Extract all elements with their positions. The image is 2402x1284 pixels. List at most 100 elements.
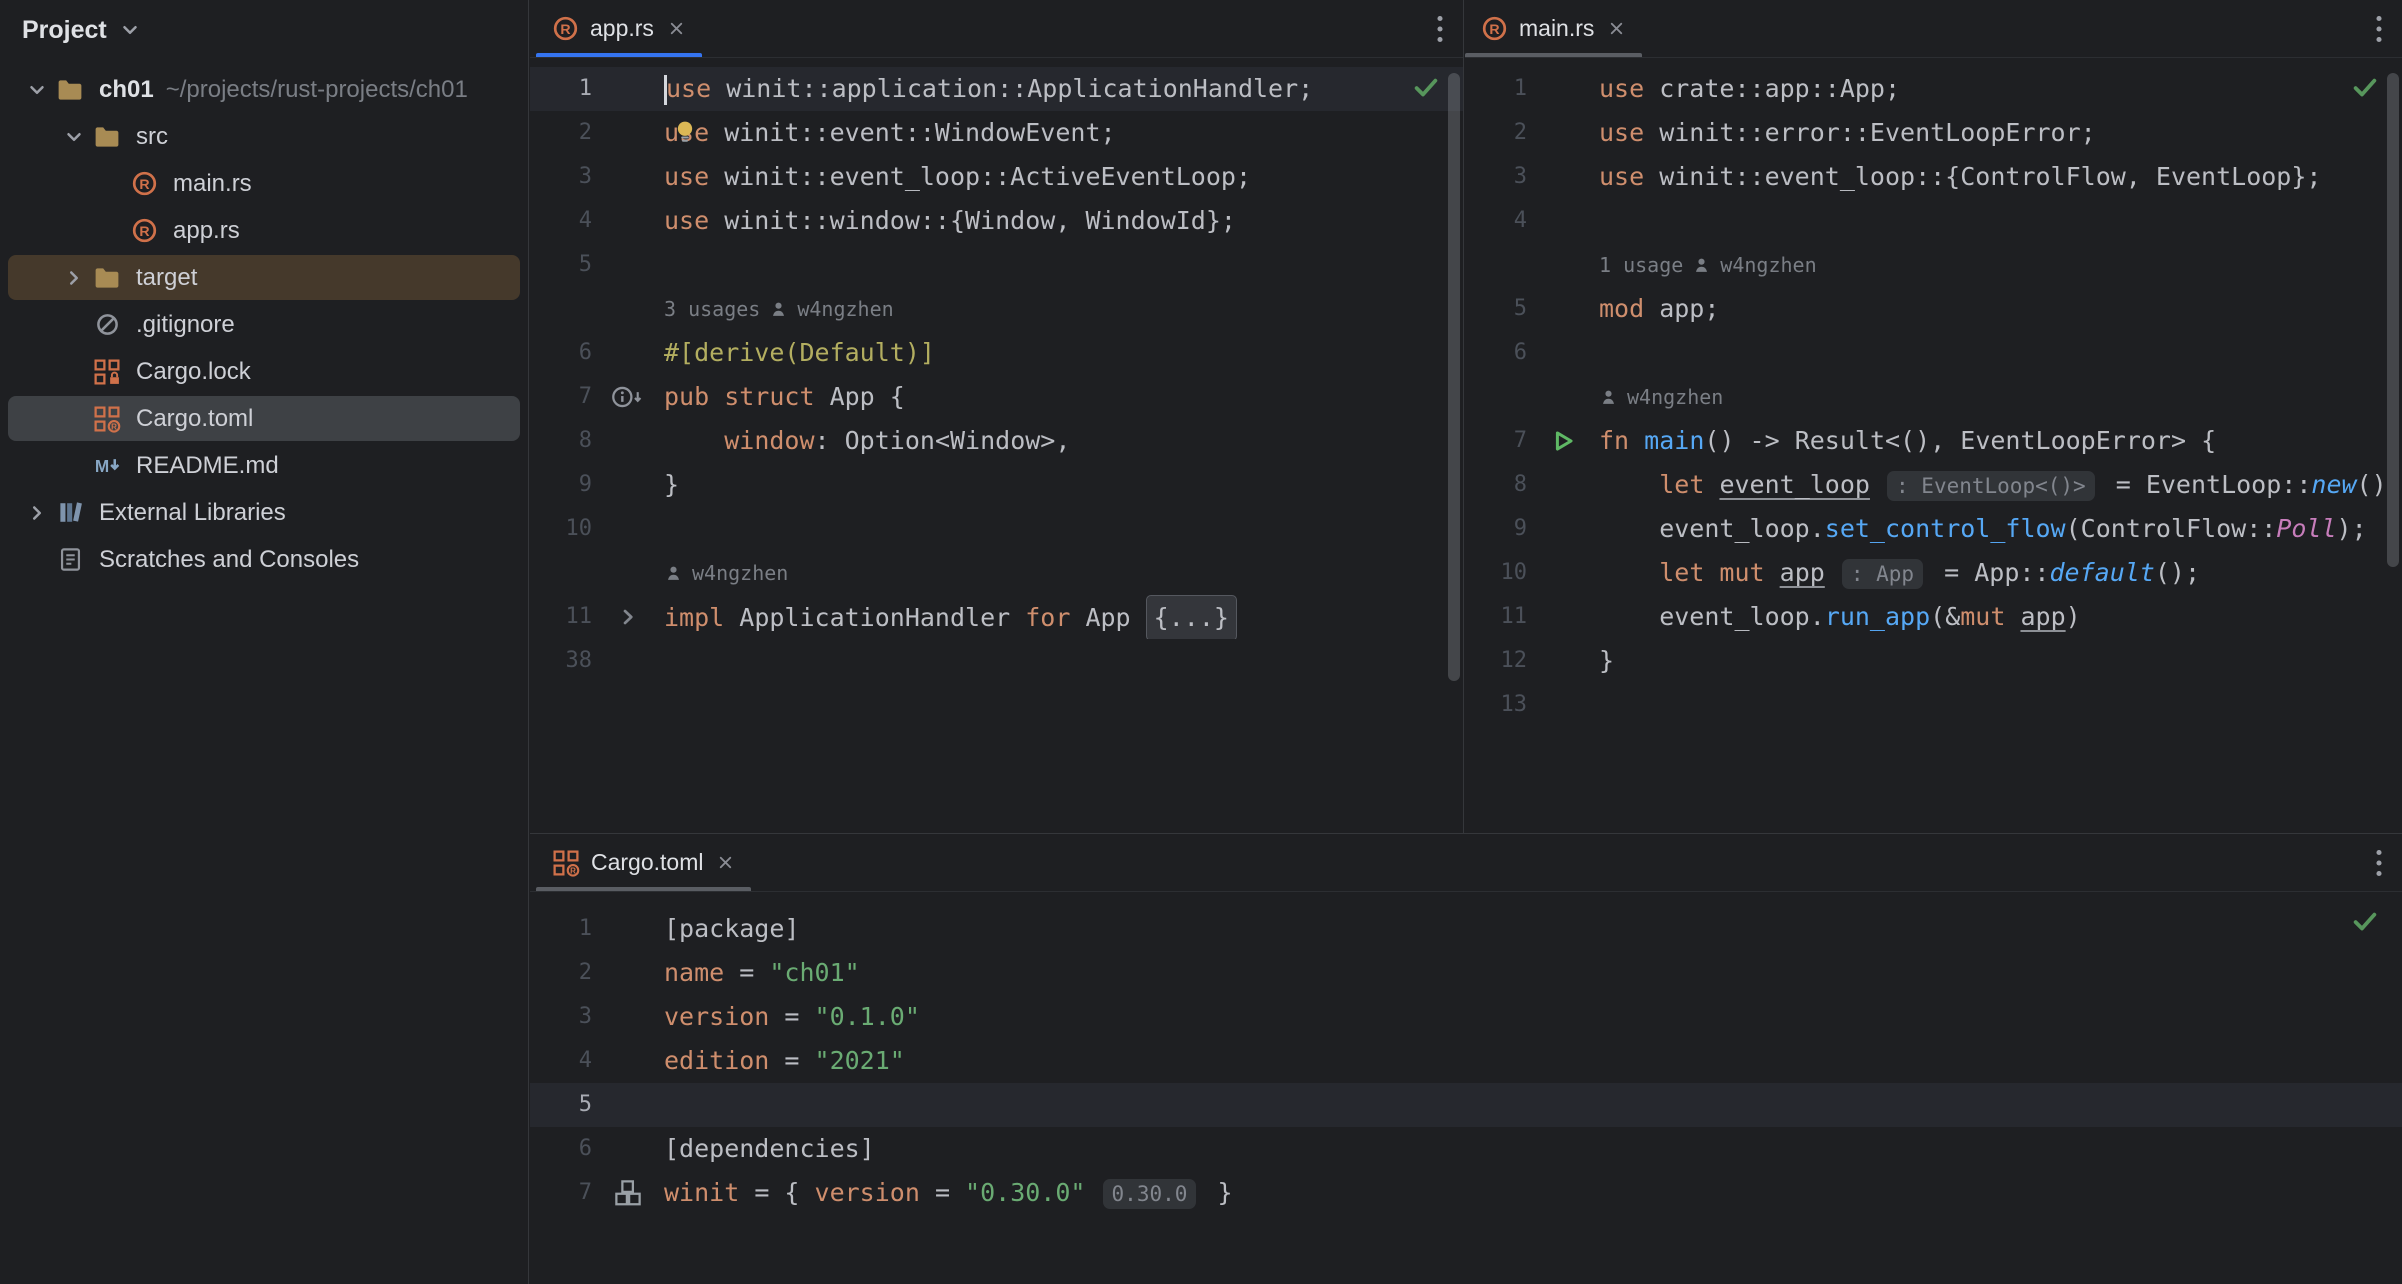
line-number[interactable] [530,551,592,595]
code-text[interactable]: use winit::event::WindowEvent; [664,111,1463,155]
code-text[interactable]: use winit::event_loop::ActiveEventLoop; [664,155,1463,199]
code-text[interactable]: let event_loop : EventLoop<()> = EventLo… [1599,463,2402,507]
line-number[interactable]: 5 [530,243,592,287]
tab-options-kebab-icon[interactable] [2374,848,2384,878]
code-text[interactable]: mod app; [1599,287,2402,331]
line-number[interactable]: 2 [530,951,592,995]
tree-item-scratches-and-consoles[interactable]: Scratches and Consoles [0,536,528,583]
code-text[interactable] [664,1083,2402,1127]
code-text[interactable]: use winit::window::{Window, WindowId}; [664,199,1463,243]
line-number[interactable]: 7 [1465,419,1527,463]
close-icon[interactable] [667,19,686,38]
editor-main-rs[interactable]: 1 use crate::app::App;2 use winit::error::… [1465,59,2402,833]
code-text[interactable]: edition = "2021" [664,1039,2402,1083]
editor-cargo-toml[interactable]: 1 [package] 2 name = "ch01" 3 version = "0.1.… [530,893,2402,1284]
line-number[interactable]: 6 [1465,331,1527,375]
code-text[interactable]: w4ngzhen [1599,375,2402,419]
chevron-right-icon[interactable] [18,502,55,524]
code-text[interactable]: name = "ch01" [664,951,2402,995]
line-number[interactable]: 7 [530,1171,592,1215]
line-number[interactable]: 4 [1465,199,1527,243]
inlay-hint-chip[interactable]: 0.30.0 [1103,1179,1197,1209]
tree-item-main-rs[interactable]: Rmain.rs [0,160,528,207]
code-text[interactable]: use crate::app::App; [1599,67,2402,111]
close-icon[interactable] [716,853,735,872]
line-number[interactable]: 2 [1465,111,1527,155]
line-number[interactable] [530,287,592,331]
code-text[interactable] [1599,199,2402,243]
vertical-scrollbar[interactable] [2387,73,2399,567]
tab-app-rs[interactable]: R app.rs [536,0,702,57]
line-number[interactable]: 5 [1465,287,1527,331]
chevron-down-icon[interactable] [18,79,55,101]
line-number[interactable]: 11 [530,595,592,639]
code-text[interactable]: [dependencies] [664,1127,2402,1171]
code-text[interactable]: } [1599,639,2402,683]
line-number[interactable]: 12 [1465,639,1527,683]
line-number[interactable]: 1 [1465,67,1527,111]
code-text[interactable]: event_loop.set_control_flow(ControlFlow:… [1599,507,2402,551]
code-text[interactable]: impl ApplicationHandler for App {...} [664,595,1463,639]
tree-item-external-libraries[interactable]: External Libraries [0,489,528,536]
implementations-gutter-icon[interactable] [611,384,645,410]
tab-options-kebab-icon[interactable] [2374,14,2384,44]
code-text[interactable]: 1 usagew4ngzhen [1599,243,2402,287]
code-text[interactable] [664,243,1463,287]
inspections-ok-icon[interactable] [2350,72,2380,102]
code-text[interactable]: version = "0.1.0" [664,995,2402,1039]
code-text[interactable]: let mut app : App = App::default(); [1599,551,2402,595]
line-number[interactable]: 3 [1465,155,1527,199]
code-text[interactable]: fn main() -> Result<(), EventLoopError> … [1599,419,2402,463]
code-text[interactable]: [package] [664,907,2402,951]
code-text[interactable] [1599,331,2402,375]
chevron-right-icon[interactable] [55,267,92,289]
line-number[interactable]: 7 [530,375,592,419]
tree-item-app-rs[interactable]: Rapp.rs [0,207,528,254]
inlay-hint-chip[interactable]: : EventLoop<()> [1887,471,2095,501]
chevron-down-icon[interactable] [119,19,141,41]
line-number[interactable]: 2 [530,111,592,155]
line-number[interactable]: 4 [530,199,592,243]
intention-bulb-icon[interactable] [672,118,698,144]
code-text[interactable]: use winit::event_loop::{ControlFlow, Eve… [1599,155,2402,199]
code-text[interactable]: use winit::error::EventLoopError; [1599,111,2402,155]
tree-item-readme-md[interactable]: MREADME.md [0,442,528,489]
line-number[interactable]: 4 [530,1039,592,1083]
code-text[interactable]: winit = { version = "0.30.0" 0.30.0 } [664,1171,2402,1215]
line-number[interactable]: 3 [530,995,592,1039]
usages-hint[interactable]: 3 usages [664,287,760,331]
line-number[interactable]: 11 [1465,595,1527,639]
line-number[interactable]: 6 [530,331,592,375]
inlay-hint-chip[interactable]: : App [1842,559,1923,589]
line-number[interactable]: 10 [1465,551,1527,595]
tree-item-src[interactable]: src [0,113,528,160]
inspections-ok-icon[interactable] [2350,906,2380,936]
folded-region-gutter-icon[interactable] [616,605,640,629]
run-button-icon[interactable] [1549,427,1577,455]
line-number[interactable]: 9 [1465,507,1527,551]
code-text[interactable] [664,639,1463,683]
vertical-scrollbar[interactable] [1448,73,1460,681]
line-number[interactable]: 13 [1465,683,1527,727]
line-number[interactable] [1465,375,1527,419]
tree-item-cargo-toml[interactable]: RCargo.toml [0,395,528,442]
code-text[interactable]: window: Option<Window>, [664,419,1463,463]
line-number[interactable]: 10 [530,507,592,551]
line-number[interactable]: 3 [530,155,592,199]
code-text[interactable] [664,507,1463,551]
editor-app-rs[interactable]: 1use winit::application::ApplicationHand… [530,59,1463,833]
dependency-gutter-icon[interactable] [613,1178,643,1208]
code-text[interactable]: event_loop.run_app(&mut app) [1599,595,2402,639]
code-text[interactable]: #[derive(Default)] [664,331,1463,375]
line-number[interactable]: 1 [530,907,592,951]
tree-item-ch01[interactable]: ch01~/projects/rust-projects/ch01 [0,66,528,113]
line-number[interactable]: 9 [530,463,592,507]
tree-item-target[interactable]: target [0,254,528,301]
line-number[interactable]: 8 [530,419,592,463]
line-number[interactable]: 8 [1465,463,1527,507]
tab-options-kebab-icon[interactable] [1435,14,1445,44]
line-number[interactable]: 38 [530,639,592,683]
code-text[interactable] [1599,683,2402,727]
folded-code-placeholder[interactable]: {...} [1146,595,1237,639]
tree-item-cargo-lock[interactable]: Cargo.lock [0,348,528,395]
